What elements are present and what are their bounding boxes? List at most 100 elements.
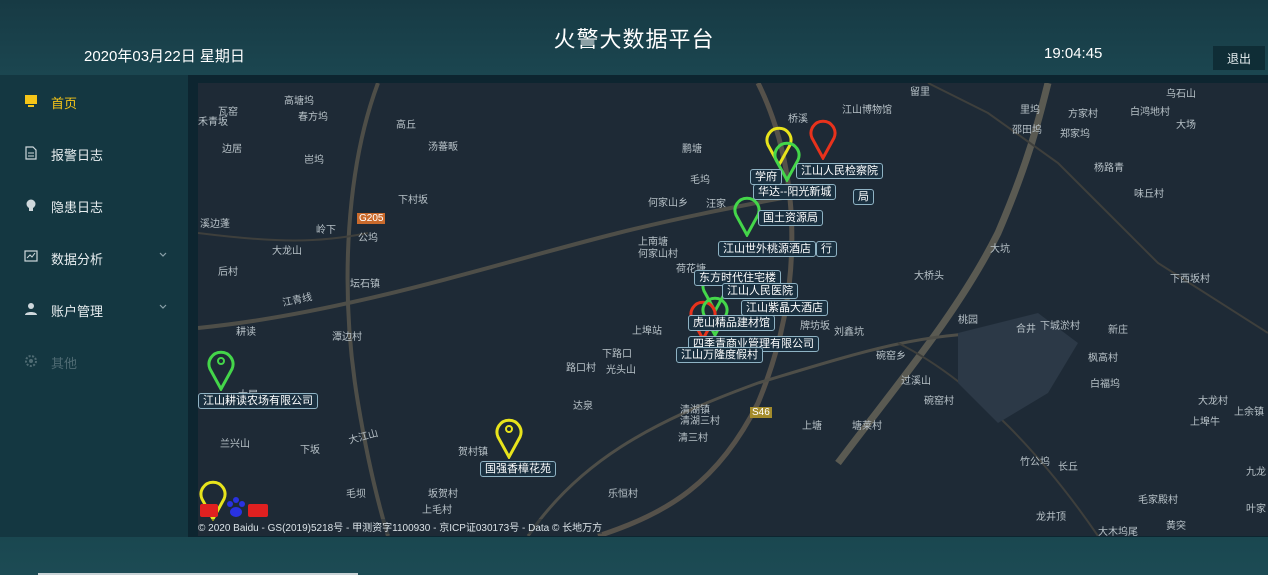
footer-bar [0, 537, 1268, 575]
map-pin-red[interactable] [808, 116, 838, 160]
map-pin-label[interactable]: 江山人民检察院 [796, 163, 883, 179]
map-place-label: 毛坞 [690, 175, 710, 186]
map-road-badge: G205 [357, 213, 386, 224]
map-place-label: 塘莱村 [852, 421, 882, 432]
map-place-label: 邵田坞 [1012, 125, 1042, 136]
sidebar-item-home[interactable]: 首页 [0, 81, 188, 121]
map-place-label: 上埠牛 [1190, 417, 1220, 428]
gear-icon [25, 355, 37, 367]
clock-display: 19:04:45 [1044, 45, 1103, 62]
map-pin-label[interactable]: 学府 [750, 169, 782, 185]
map-place-label: 公坞 [358, 233, 378, 244]
map-place-label: 潭边村 [332, 332, 362, 343]
map-place-label: 鹏塘 [682, 144, 702, 155]
map-place-label: 下坂 [300, 445, 320, 456]
map-road-badge: S46 [750, 407, 772, 418]
date-display: 2020年03月22日 星期日 [84, 48, 245, 65]
map-place-label: 大场 [1176, 120, 1196, 131]
map-place-label: 下西坂村 [1170, 274, 1210, 285]
map-pin-label[interactable]: 华达--阳光新城 [753, 184, 837, 200]
document-icon [25, 146, 37, 160]
map-place-label: 方家村 [1068, 109, 1098, 120]
map-place-label: 春方坞 [298, 112, 328, 123]
map-place-label: 留里 [910, 87, 930, 98]
map-place-label: 上埠站 [632, 326, 662, 337]
monitor-icon [25, 95, 37, 107]
map-roads [198, 83, 1268, 536]
map-place-label: 坂贺村 [428, 489, 458, 500]
map-place-label: 兰兴山 [220, 439, 250, 450]
map-place-label: 叶家 [1246, 504, 1266, 515]
sidebar-item-account[interactable]: 账户管理 [0, 289, 188, 329]
map-place-label: 竹公坞 [1020, 457, 1050, 468]
map-pin-label[interactable]: 江山紫晶大酒店 [741, 300, 828, 316]
map-pin-label[interactable]: 局 [853, 189, 874, 205]
map-pin-label[interactable]: 江山万隆度假村 [676, 347, 763, 363]
map-place-label: 边居 [222, 144, 242, 155]
map-place-label: 味丘村 [1134, 189, 1164, 200]
map-pin-label[interactable]: 江山人民医院 [722, 283, 798, 299]
map-place-label: 里坞 [1020, 105, 1040, 116]
map-pin-yellow[interactable] [494, 415, 524, 459]
map-place-label: 清三村 [678, 433, 708, 444]
map-place-label: 白福坞 [1090, 379, 1120, 390]
map-place-label: 后村 [218, 267, 238, 278]
sidebar-item-label: 数据分析 [51, 252, 104, 267]
map-place-label: 合井 [1016, 324, 1036, 335]
map-place-label: 杨路青 [1094, 163, 1124, 174]
map-canvas[interactable]: 高塘坞 瓦窑 春方坞 高丘 边居 岜坞 汤蕃畈 下村坂 溪边蓬 岭下 公坞 大龙… [198, 83, 1268, 536]
baidu-logo [200, 497, 268, 517]
map-place-label: 乌石山 [1166, 89, 1196, 100]
map-pin-label[interactable]: 国土资源局 [758, 210, 823, 226]
map-place-label: 何家山乡 [648, 198, 688, 209]
map-place-label: 九龙 [1246, 467, 1266, 478]
chart-icon [24, 250, 38, 262]
map-place-label: 黄突 [1166, 521, 1186, 532]
map-place-label: 大桥头 [914, 271, 944, 282]
map-place-label: 汤蕃畈 [428, 142, 458, 153]
map-place-label: 坛石镇 [350, 279, 380, 290]
map-place-label: 耕读 [236, 327, 256, 338]
map-place-label: 长丘 [1058, 462, 1078, 473]
map-pin-label[interactable]: 江山耕读农场有限公司 [198, 393, 318, 409]
chevron-down-icon [159, 252, 167, 257]
sidebar: 首页 报警日志 隐患日志 数据分析 账户管理 其他 [0, 75, 188, 537]
map-copyright: © 2020 Baidu - GS(2019)5218号 - 甲测资字11009… [198, 519, 603, 534]
sidebar-item-hazard-log[interactable]: 隐患日志 [0, 185, 188, 225]
map-place-label: 江山博物馆 [842, 105, 892, 116]
chevron-down-icon [159, 304, 167, 309]
map-place-label: 牌坊坂 [800, 321, 830, 332]
map-place-label: 大坑 [990, 244, 1010, 255]
map-place-label: 高丘 [396, 120, 416, 131]
map-place-label: 清湖三村 [680, 416, 720, 427]
sidebar-item-label: 其他 [51, 356, 78, 371]
sidebar-item-other: 其他 [0, 341, 188, 381]
map-place-label: 路口村 [566, 363, 596, 374]
sidebar-item-alarm-log[interactable]: 报警日志 [0, 133, 188, 173]
map-place-label: 过溪山 [901, 376, 931, 387]
sidebar-item-data-analysis[interactable]: 数据分析 [0, 237, 188, 277]
map-place-label: 汪家 [706, 199, 726, 210]
logout-button[interactable]: 退出 [1213, 46, 1265, 70]
map-place-label: 毛坝 [346, 489, 366, 500]
map-place-label: 下路口 [602, 349, 632, 360]
map-place-label: 上塘 [802, 421, 822, 432]
map-place-label: 刘鑫坑 [834, 327, 864, 338]
map-place-label: 高塘坞 [284, 96, 314, 107]
map-place-label: 光头山 [606, 365, 636, 376]
sidebar-item-label: 隐患日志 [51, 200, 104, 215]
sidebar-item-label: 报警日志 [51, 148, 104, 163]
map-pin-label[interactable]: 行 [816, 241, 837, 257]
map-pin-label[interactable]: 虎山精品建材馆 [688, 315, 775, 331]
map-place-label: 桃园 [958, 315, 978, 326]
map-place-label: 白鸿地村 [1130, 107, 1170, 118]
map-place-label: 岜坞 [304, 155, 324, 166]
map-pin-green[interactable] [206, 347, 236, 391]
map-pin-label[interactable]: 江山世外桃源酒店 [718, 241, 816, 257]
map-place-label: 毛家殿村 [1138, 495, 1178, 506]
map-place-label: 溪边蓬 [200, 219, 230, 230]
map-place-label: 上毛村 [422, 505, 452, 516]
map-place-label: 达泉 [573, 401, 593, 412]
map-place-label: 大木坞尾 [1098, 527, 1138, 536]
map-pin-label[interactable]: 国强香樟花苑 [480, 461, 556, 477]
